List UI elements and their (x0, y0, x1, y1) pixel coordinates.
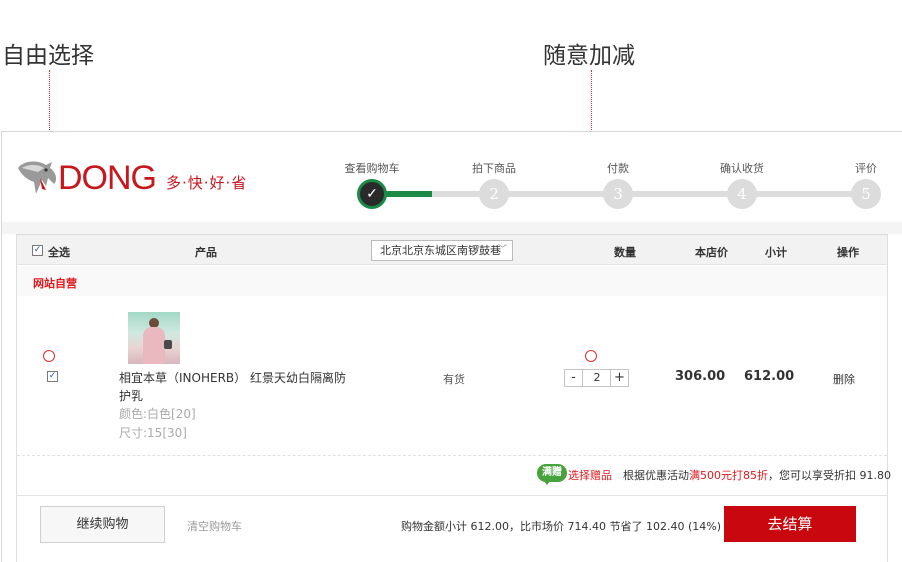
cart-page: DONG 多·快·好·省 查看购物车 ✓ 拍下商品 2 付款 3 确认收货 4 (1, 131, 902, 562)
promotion-row: 满赠 选择赠品 根据优惠活动满500元打85折，您可以享受折扣 91.80 (17, 456, 891, 496)
stock-status: 有货 (443, 373, 465, 386)
order-summary: 购物金额小计 612.00，比市场价 714.40 节省了 102.40 (14… (401, 520, 721, 533)
promotion-highlight: 满500元打85折 (689, 469, 768, 482)
quantity-plus-button[interactable]: + (610, 370, 628, 386)
annotation-free-add-subtract: 随意加减 (543, 43, 635, 69)
clear-cart-link[interactable]: 清空购物车 (187, 518, 242, 534)
gift-badge: 满赠 (537, 464, 567, 482)
logo-slogan: 多·快·好·省 (166, 174, 248, 192)
cart-table-header: ✓ 全选 产品 北京北京东城区南锣鼓巷 ﹀ 数量 本店价 小计 操作 (17, 235, 887, 265)
seller-label: 网站自营 (33, 277, 77, 290)
step-number: 2 (479, 179, 509, 209)
continue-shopping-button[interactable]: 继续购物 (40, 506, 165, 543)
promotion-text-prefix: 根据优惠活动 (623, 469, 689, 482)
step-payment: 付款 3 (588, 160, 648, 209)
column-subtotal: 小计 (765, 246, 787, 259)
product-name[interactable]: 相宜本草（INOHERB） 红景天幼白隔离防护乳 (119, 369, 349, 405)
step-confirm-receipt: 确认收货 4 (712, 160, 772, 209)
select-all-label[interactable]: 全选 (48, 244, 70, 260)
order-progress-steps: 查看购物车 ✓ 拍下商品 2 付款 3 确认收货 4 评价 5 (342, 160, 887, 210)
seller-row: 网站自营 (17, 266, 887, 296)
logo-brand-text: DONG (58, 159, 157, 197)
column-product: 产品 (195, 246, 217, 259)
step-review: 评价 5 (836, 160, 896, 209)
column-quantity: 数量 (614, 246, 636, 259)
annotation-free-select: 自由选择 (2, 43, 94, 69)
step-number: 4 (727, 179, 757, 209)
quantity-input[interactable]: 2 (584, 370, 610, 386)
step-number: 3 (603, 179, 633, 209)
header: DONG 多·快·好·省 查看购物车 ✓ 拍下商品 2 付款 3 确认收货 4 (2, 132, 902, 222)
quantity-stepper: - 2 + (564, 369, 629, 387)
step-label: 评价 (855, 162, 877, 175)
address-value: 北京北京东城区南锣鼓巷 (380, 244, 501, 257)
annotation-marker-qty (585, 350, 597, 362)
promotion-text-suffix: ，您可以享受折扣 91.80 (768, 469, 891, 482)
item-subtotal: 612.00 (744, 369, 795, 384)
header-divider-strip (2, 222, 902, 234)
step-number: 5 (851, 179, 881, 209)
thumbnail-figure-bag (164, 340, 172, 349)
checkout-button[interactable]: 去结算 (724, 506, 856, 542)
product-color: 颜色:白色[20] (119, 407, 196, 421)
column-action: 操作 (837, 246, 859, 259)
product-thumbnail[interactable] (128, 312, 180, 364)
cart-table: ✓ 全选 产品 北京北京东城区南锣鼓巷 ﹀ 数量 本店价 小计 操作 网站自营 … (16, 234, 891, 562)
step-label: 付款 (607, 162, 629, 175)
step-label: 确认收货 (720, 162, 764, 175)
item-store-price: 306.00 (675, 369, 726, 384)
cart-footer: 继续购物 清空购物车 购物金额小计 612.00，比市场价 714.40 节省了… (17, 496, 887, 562)
promotion-text: 根据优惠活动满500元打85折，您可以享受折扣 91.80 (623, 467, 891, 483)
dog-mascot-icon (18, 161, 57, 194)
annotation-marker-select (43, 350, 55, 362)
step-place-order: 拍下商品 2 (464, 160, 524, 209)
chevron-down-icon: ﹀ (497, 245, 507, 255)
select-all-checkbox[interactable]: ✓ (32, 245, 43, 256)
column-store-price: 本店价 (695, 246, 728, 259)
delete-item-link[interactable]: 删除 (833, 371, 855, 387)
address-select[interactable]: 北京北京东城区南锣鼓巷 ﹀ (371, 240, 513, 261)
choose-gift-link[interactable]: 选择赠品 (568, 467, 612, 483)
product-size: 尺寸:15[30] (119, 426, 187, 440)
item-checkbox[interactable]: ✓ (47, 371, 58, 382)
step-label: 查看购物车 (344, 162, 400, 175)
step-label: 拍下商品 (472, 162, 516, 175)
gift-badge-tail (543, 480, 551, 485)
thumbnail-figure-body (143, 327, 165, 364)
cart-item-row: ✓ 相宜本草（INOHERB） 红景天幼白隔离防护乳 颜色:白色[20] 尺寸:… (17, 296, 887, 456)
step-view-cart: 查看购物车 ✓ (342, 160, 402, 209)
quantity-minus-button[interactable]: - (565, 370, 583, 386)
checkmark-icon: ✓ (357, 179, 387, 209)
